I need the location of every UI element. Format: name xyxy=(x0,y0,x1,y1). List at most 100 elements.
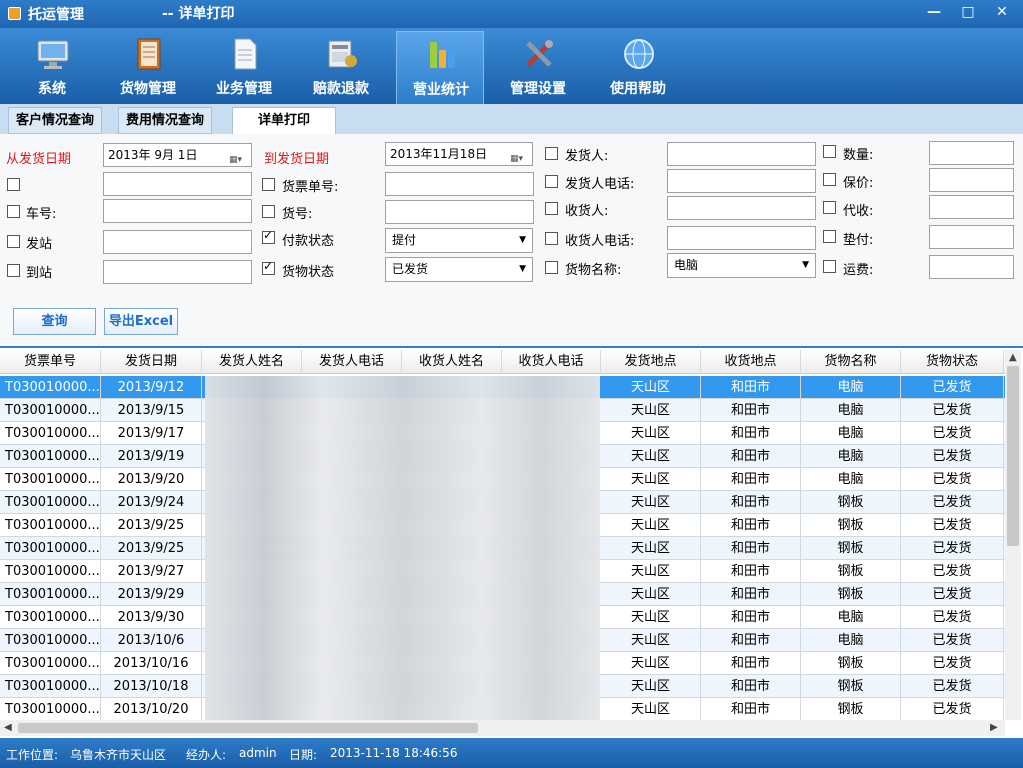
table-cell: 已发货 xyxy=(901,537,1004,560)
tab-detail-print[interactable]: 详单打印 xyxy=(232,107,336,134)
advance-input[interactable] xyxy=(929,225,1014,249)
goods-name-select[interactable]: 电脑 ▼ xyxy=(667,253,816,278)
checkbox-freight[interactable] xyxy=(823,260,836,273)
toolbar-settings[interactable]: 管理设置 xyxy=(494,31,582,104)
calendar-icon[interactable]: ▦▾ xyxy=(510,148,528,164)
insured-input[interactable] xyxy=(929,168,1014,192)
freight-input[interactable] xyxy=(929,255,1014,279)
shipper-label: 发货人: xyxy=(565,149,609,164)
car-no-input[interactable] xyxy=(103,199,252,223)
table-cell: 已发货 xyxy=(901,491,1004,514)
ticket-no-input[interactable] xyxy=(385,172,534,196)
checkbox-collect[interactable] xyxy=(823,201,836,214)
table-cell: 天山区 xyxy=(601,629,701,652)
column-header[interactable]: 发货人电话 xyxy=(302,350,402,374)
table-cell: 天山区 xyxy=(601,652,701,675)
quantity-input[interactable] xyxy=(929,141,1014,165)
car-no-label: 车号: xyxy=(26,207,57,222)
toolbar-stats[interactable]: 营业统计 xyxy=(396,31,484,104)
column-header[interactable]: 收货人姓名 xyxy=(402,350,502,374)
app-icon xyxy=(8,7,21,20)
query-button[interactable]: 查询 xyxy=(13,308,96,335)
column-header[interactable]: 货物状态 xyxy=(901,350,1004,374)
receiver-input[interactable] xyxy=(667,196,816,220)
scroll-thumb[interactable] xyxy=(18,723,478,733)
ticket-no-label: 货票单号: xyxy=(282,180,339,195)
vertical-scrollbar[interactable]: ▲ xyxy=(1005,350,1021,720)
ledger-icon xyxy=(137,38,161,70)
table-cell: T030010000... xyxy=(0,560,101,583)
checkbox-shipper[interactable] xyxy=(545,147,558,160)
table-cell: T030010000... xyxy=(0,514,101,537)
chevron-down-icon: ▼ xyxy=(519,264,526,274)
checkbox-insured[interactable] xyxy=(823,173,836,186)
table-cell: 2013/9/25 xyxy=(101,514,202,537)
to-date-picker[interactable]: 2013年11月18日 ▦▾ xyxy=(385,142,533,166)
collect-input[interactable] xyxy=(929,195,1014,219)
column-header[interactable]: 发货日期 xyxy=(101,350,202,374)
export-excel-button[interactable]: 导出Excel xyxy=(104,308,178,335)
from-date-picker[interactable]: 2013年 9月 1日 ▦▾ xyxy=(103,143,252,167)
checkbox-ticket-no[interactable] xyxy=(262,178,275,191)
chevron-down-icon: ▼ xyxy=(519,235,526,245)
arrival-station-label: 到站 xyxy=(26,266,53,281)
checkbox-departure-station[interactable] xyxy=(7,235,20,248)
minimize-button[interactable]: — xyxy=(920,2,948,22)
checkbox-train-no[interactable] xyxy=(7,178,20,191)
column-header[interactable]: 发货地点 xyxy=(601,350,701,374)
column-header[interactable]: 发货人姓名 xyxy=(202,350,302,374)
receiver-phone-input[interactable] xyxy=(667,226,816,250)
table-cell: 天山区 xyxy=(601,445,701,468)
column-header[interactable]: 收货人电话 xyxy=(502,350,601,374)
checkbox-quantity[interactable] xyxy=(823,145,836,158)
calendar-icon[interactable]: ▦▾ xyxy=(229,149,247,165)
checkbox-advance[interactable] xyxy=(823,230,836,243)
maximize-button[interactable]: □ xyxy=(954,2,982,22)
checkbox-receiver-phone[interactable] xyxy=(545,232,558,245)
refund-icon xyxy=(328,40,357,68)
scroll-right-icon[interactable]: ▶ xyxy=(990,722,998,733)
toolbar-business[interactable]: 业务管理 xyxy=(200,31,288,104)
checkbox-car-no[interactable] xyxy=(7,205,20,218)
checkbox-goods-status[interactable] xyxy=(262,259,275,275)
table-cell: 钢板 xyxy=(801,514,901,537)
shipper-input[interactable] xyxy=(667,142,816,166)
tab-fee-query[interactable]: 费用情况查询 xyxy=(118,107,213,134)
checkbox-arrival-station[interactable] xyxy=(7,264,20,277)
table-cell: 已发货 xyxy=(901,445,1004,468)
checkbox-shipper-phone[interactable] xyxy=(545,175,558,188)
checkbox-goods-name[interactable] xyxy=(545,261,558,274)
payment-status-select[interactable]: 提付 ▼ xyxy=(385,228,533,253)
grid-header: 货票单号 发货日期 发货人姓名 发货人电话 收货人姓名 收货人电话 发货地点 收货地点 货物名称… xyxy=(0,350,1005,374)
toolbar-goods[interactable]: 货物管理 xyxy=(104,31,192,104)
toolbar-help[interactable]: 使用帮助 xyxy=(594,31,682,104)
checkbox-goods-no[interactable] xyxy=(262,205,275,218)
close-button[interactable]: ✕ xyxy=(988,2,1016,22)
scroll-thumb[interactable] xyxy=(1007,366,1019,546)
tab-customer-query[interactable]: 客户情况查询 xyxy=(8,107,103,134)
checkbox-receiver[interactable] xyxy=(545,202,558,215)
toolbar-label: 系统 xyxy=(38,81,66,97)
goods-no-input[interactable] xyxy=(385,200,534,224)
table-cell: 天山区 xyxy=(601,560,701,583)
departure-station-label: 发站 xyxy=(26,237,53,252)
goods-no-label: 货号: xyxy=(282,207,313,222)
checkbox-payment-status[interactable] xyxy=(262,228,275,244)
goods-status-select[interactable]: 已发货 ▼ xyxy=(385,257,533,282)
toolbar-system[interactable]: 系统 xyxy=(8,31,96,104)
departure-station-input[interactable] xyxy=(103,230,252,254)
column-header[interactable]: 收货地点 xyxy=(701,350,801,374)
scroll-left-icon[interactable]: ◀ xyxy=(4,722,12,733)
table-cell: 电脑 xyxy=(801,399,901,422)
column-header[interactable]: 货物名称 xyxy=(801,350,901,374)
arrival-station-input[interactable] xyxy=(103,260,252,284)
scroll-up-icon[interactable]: ▲ xyxy=(1009,352,1017,363)
table-cell: 已发货 xyxy=(901,698,1004,721)
table-cell: 已发货 xyxy=(901,468,1004,491)
train-no-input[interactable] xyxy=(103,172,252,196)
shipper-phone-input[interactable] xyxy=(667,169,816,193)
toolbar-refund[interactable]: 赔款退款 xyxy=(297,31,385,104)
horizontal-scrollbar[interactable]: ◀ ▶ xyxy=(0,720,1005,736)
column-header[interactable]: 货票单号 xyxy=(0,350,101,374)
table-cell: 钢板 xyxy=(801,560,901,583)
